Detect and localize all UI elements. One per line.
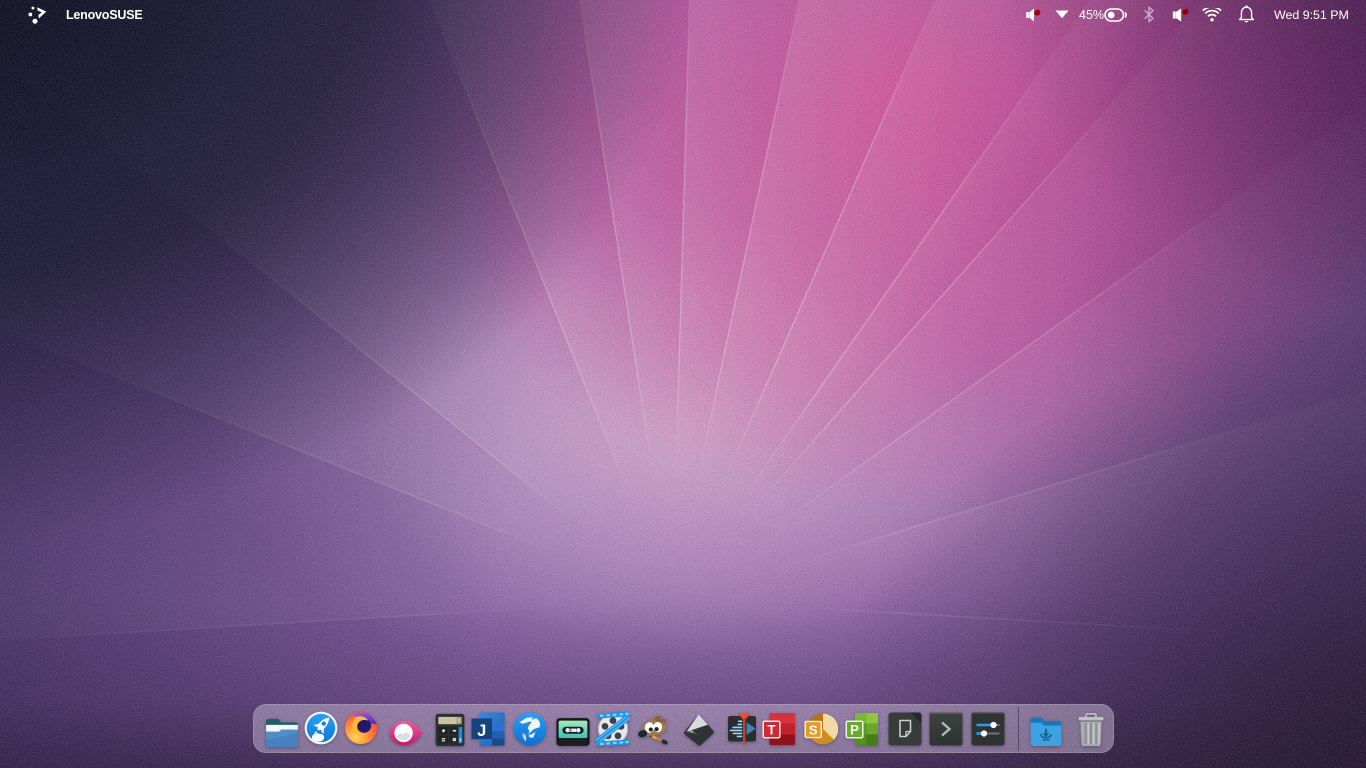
svg-text:S: S <box>809 722 818 737</box>
svg-text:P: P <box>850 723 859 738</box>
svg-text:J: J <box>477 722 486 740</box>
svg-text:T: T <box>767 723 776 738</box>
